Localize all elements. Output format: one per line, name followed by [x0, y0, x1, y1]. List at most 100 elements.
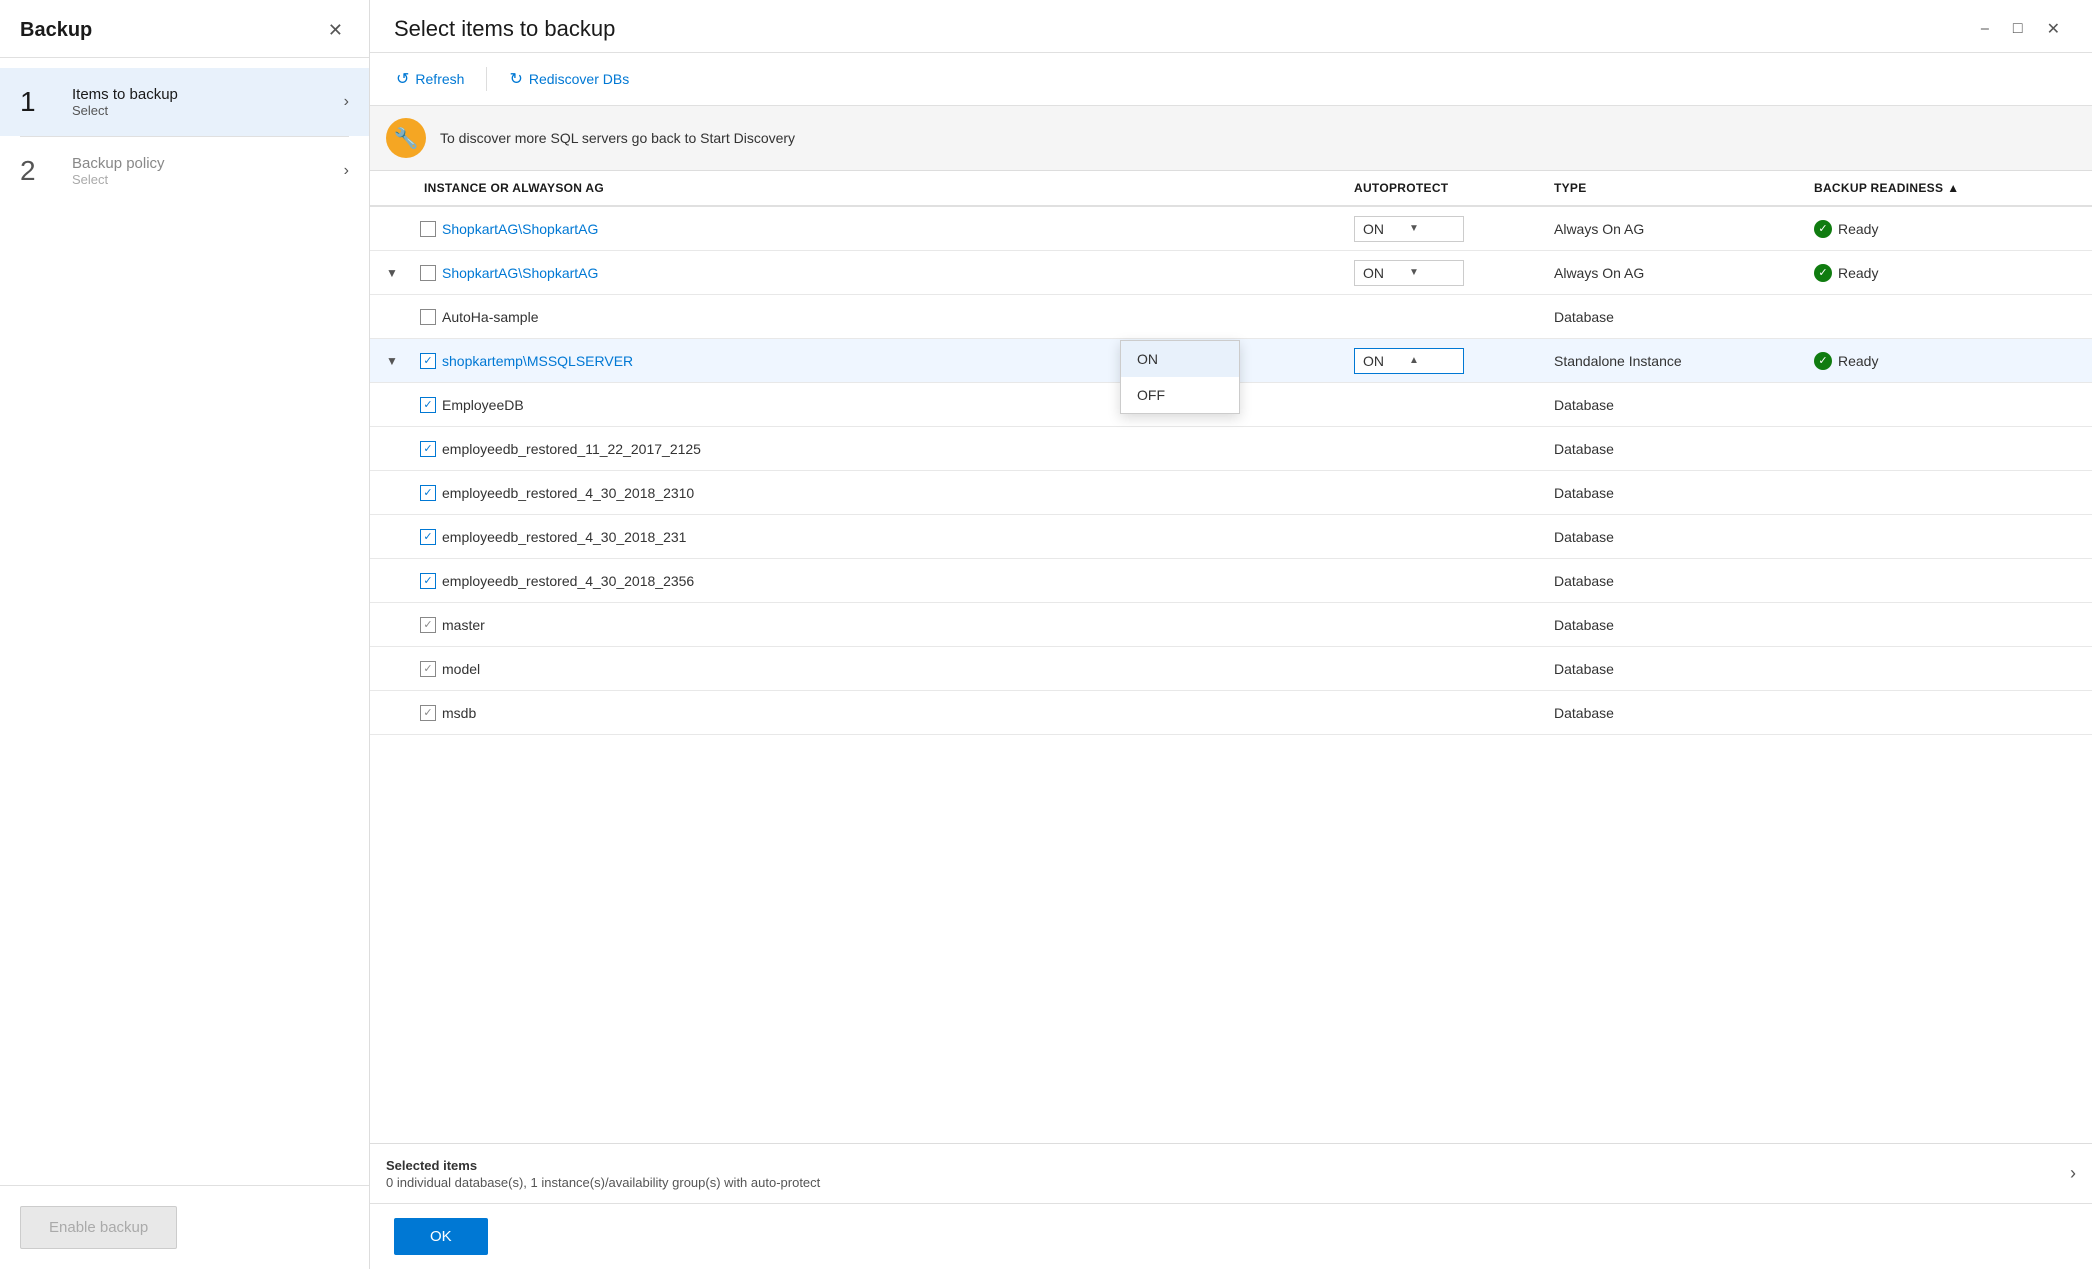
row4-readiness-cell: ✓ Ready: [1802, 344, 2062, 378]
row7-autoprotect-cell: [1342, 485, 1542, 501]
row2-status-text: Ready: [1838, 265, 1878, 281]
table-row: AutoHa-sample Database: [370, 295, 2092, 339]
step-title-2: Backup policy: [72, 155, 344, 172]
row2-spacer: [2062, 265, 2092, 281]
row2-autoprotect-dropdown[interactable]: ON ▼: [1354, 260, 1464, 286]
row2-expand-cell: ▼: [370, 258, 412, 288]
row4-autoprotect-dropdown[interactable]: ON ▲: [1354, 348, 1464, 374]
row1-autoprotect-cell: ON ▼: [1342, 208, 1542, 250]
dropdown-option-on[interactable]: ON: [1121, 341, 1239, 377]
rediscover-button[interactable]: ↻ Rediscover DBs: [499, 63, 639, 95]
row10-checkbox[interactable]: ✓: [420, 617, 436, 633]
dropdown-option-off[interactable]: OFF: [1121, 377, 1239, 413]
ok-button[interactable]: OK: [394, 1218, 488, 1255]
row5-type-cell: Database: [1542, 389, 1802, 421]
right-panel: Select items to backup ⎯ □ ✕ ↺ Refresh ↻…: [370, 0, 2092, 1269]
th-backup-readiness[interactable]: BACKUP READINESS ▲: [1802, 171, 2062, 205]
ok-area: OK: [370, 1203, 2092, 1269]
row4-checkbox[interactable]: ✓: [420, 353, 436, 369]
selected-footer[interactable]: Selected items 0 individual database(s),…: [370, 1143, 2092, 1203]
row3-checkbox[interactable]: [420, 309, 436, 325]
row4-status-text: Ready: [1838, 353, 1878, 369]
row1-status-dot: ✓: [1814, 220, 1832, 238]
step-item-1[interactable]: 1 Items to backup Select ›: [0, 68, 369, 136]
row2-type-cell: Always On AG: [1542, 257, 1802, 289]
row8-readiness-cell: [1802, 529, 2062, 545]
refresh-label: Refresh: [415, 71, 464, 87]
step-subtitle-1: Select: [72, 103, 344, 118]
row3-readiness-cell: [1802, 309, 2062, 325]
row11-name: model: [442, 661, 480, 677]
row7-type-cell: Database: [1542, 477, 1802, 509]
table-row: ✓ employeedb_restored_4_30_2018_231 Data…: [370, 515, 2092, 559]
row11-name-cell: ✓ model: [412, 653, 1342, 685]
row7-expand-cell: [370, 485, 412, 501]
autoprotect-dropdown-menu: ON OFF: [1120, 340, 1240, 414]
th-instance: INSTANCE OR ALWAYSON AG: [412, 171, 1342, 205]
row9-expand-cell: [370, 573, 412, 589]
discovery-banner: 🔧 To discover more SQL servers go back t…: [370, 106, 2092, 171]
refresh-button[interactable]: ↺ Refresh: [386, 63, 474, 95]
row2-name[interactable]: ShopkartAG\ShopkartAG: [442, 265, 598, 281]
th-type: TYPE: [1542, 171, 1802, 205]
row10-name: master: [442, 617, 485, 633]
row5-name: EmployeeDB: [442, 397, 524, 413]
discovery-icon: 🔧: [386, 118, 426, 158]
row1-spacer: [2062, 221, 2092, 237]
th-autoprotect: AUTOPROTECT: [1342, 171, 1542, 205]
row3-spacer: [2062, 309, 2092, 325]
row4-dropdown-arrow: ▲: [1409, 355, 1455, 366]
step-item-2[interactable]: 2 Backup policy Select ›: [0, 137, 369, 205]
row6-readiness-cell: [1802, 441, 2062, 457]
row9-checkbox[interactable]: ✓: [420, 573, 436, 589]
row3-autoprotect-cell: [1342, 309, 1542, 325]
left-close-button[interactable]: ✕: [322, 18, 349, 43]
row3-expand-cell: [370, 309, 412, 325]
selected-footer-title: Selected items: [386, 1158, 820, 1173]
row2-expand-button[interactable]: ▼: [382, 266, 402, 280]
row10-spacer: [2062, 617, 2092, 633]
row1-type-cell: Always On AG: [1542, 213, 1802, 245]
row11-autoprotect-cell: [1342, 661, 1542, 677]
row4-expand-button[interactable]: ▼: [382, 354, 402, 368]
row1-autoprotect-dropdown[interactable]: ON ▼: [1354, 216, 1464, 242]
row1-name[interactable]: ShopkartAG\ShopkartAG: [442, 221, 598, 237]
row4-autoprotect-cell: ON ▲: [1342, 340, 1542, 382]
row6-name-cell: ✓ employeedb_restored_11_22_2017_2125: [412, 433, 1342, 465]
rediscover-icon: ↻: [509, 69, 522, 89]
row11-readiness-cell: [1802, 661, 2062, 677]
row11-spacer: [2062, 661, 2092, 677]
row2-status-dot: ✓: [1814, 264, 1832, 282]
row8-checkbox[interactable]: ✓: [420, 529, 436, 545]
table-row: ✓ msdb Database: [370, 691, 2092, 735]
row1-checkbox[interactable]: [420, 221, 436, 237]
row7-spacer: [2062, 485, 2092, 501]
row12-name: msdb: [442, 705, 476, 721]
rediscover-label: Rediscover DBs: [529, 71, 629, 87]
step-title-1: Items to backup: [72, 86, 344, 103]
minimize-button[interactable]: ⎯: [1973, 17, 1997, 41]
row12-checkbox[interactable]: ✓: [420, 705, 436, 721]
maximize-button[interactable]: □: [2005, 17, 2031, 41]
row3-name-cell: AutoHa-sample: [412, 301, 1342, 333]
right-close-button[interactable]: ✕: [2039, 17, 2068, 41]
enable-backup-button[interactable]: Enable backup: [20, 1206, 177, 1249]
table-row: ✓ master Database: [370, 603, 2092, 647]
row2-checkbox[interactable]: [420, 265, 436, 281]
row12-autoprotect-cell: [1342, 705, 1542, 721]
row5-checkbox[interactable]: ✓: [420, 397, 436, 413]
row7-checkbox[interactable]: ✓: [420, 485, 436, 501]
row1-dropdown-arrow: ▼: [1409, 223, 1455, 234]
row4-name[interactable]: shopkartemp\MSSQLSERVER: [442, 353, 633, 369]
row6-type-cell: Database: [1542, 433, 1802, 465]
row11-checkbox[interactable]: ✓: [420, 661, 436, 677]
row6-checkbox[interactable]: ✓: [420, 441, 436, 457]
row8-autoprotect-cell: [1342, 529, 1542, 545]
row9-readiness-cell: [1802, 573, 2062, 589]
row8-type-cell: Database: [1542, 521, 1802, 553]
row6-name: employeedb_restored_11_22_2017_2125: [442, 441, 701, 457]
row3-name: AutoHa-sample: [442, 309, 539, 325]
table-container[interactable]: INSTANCE OR ALWAYSON AG AUTOPROTECT TYPE…: [370, 171, 2092, 1143]
row12-expand-cell: [370, 705, 412, 721]
step-subtitle-2: Select: [72, 172, 344, 187]
